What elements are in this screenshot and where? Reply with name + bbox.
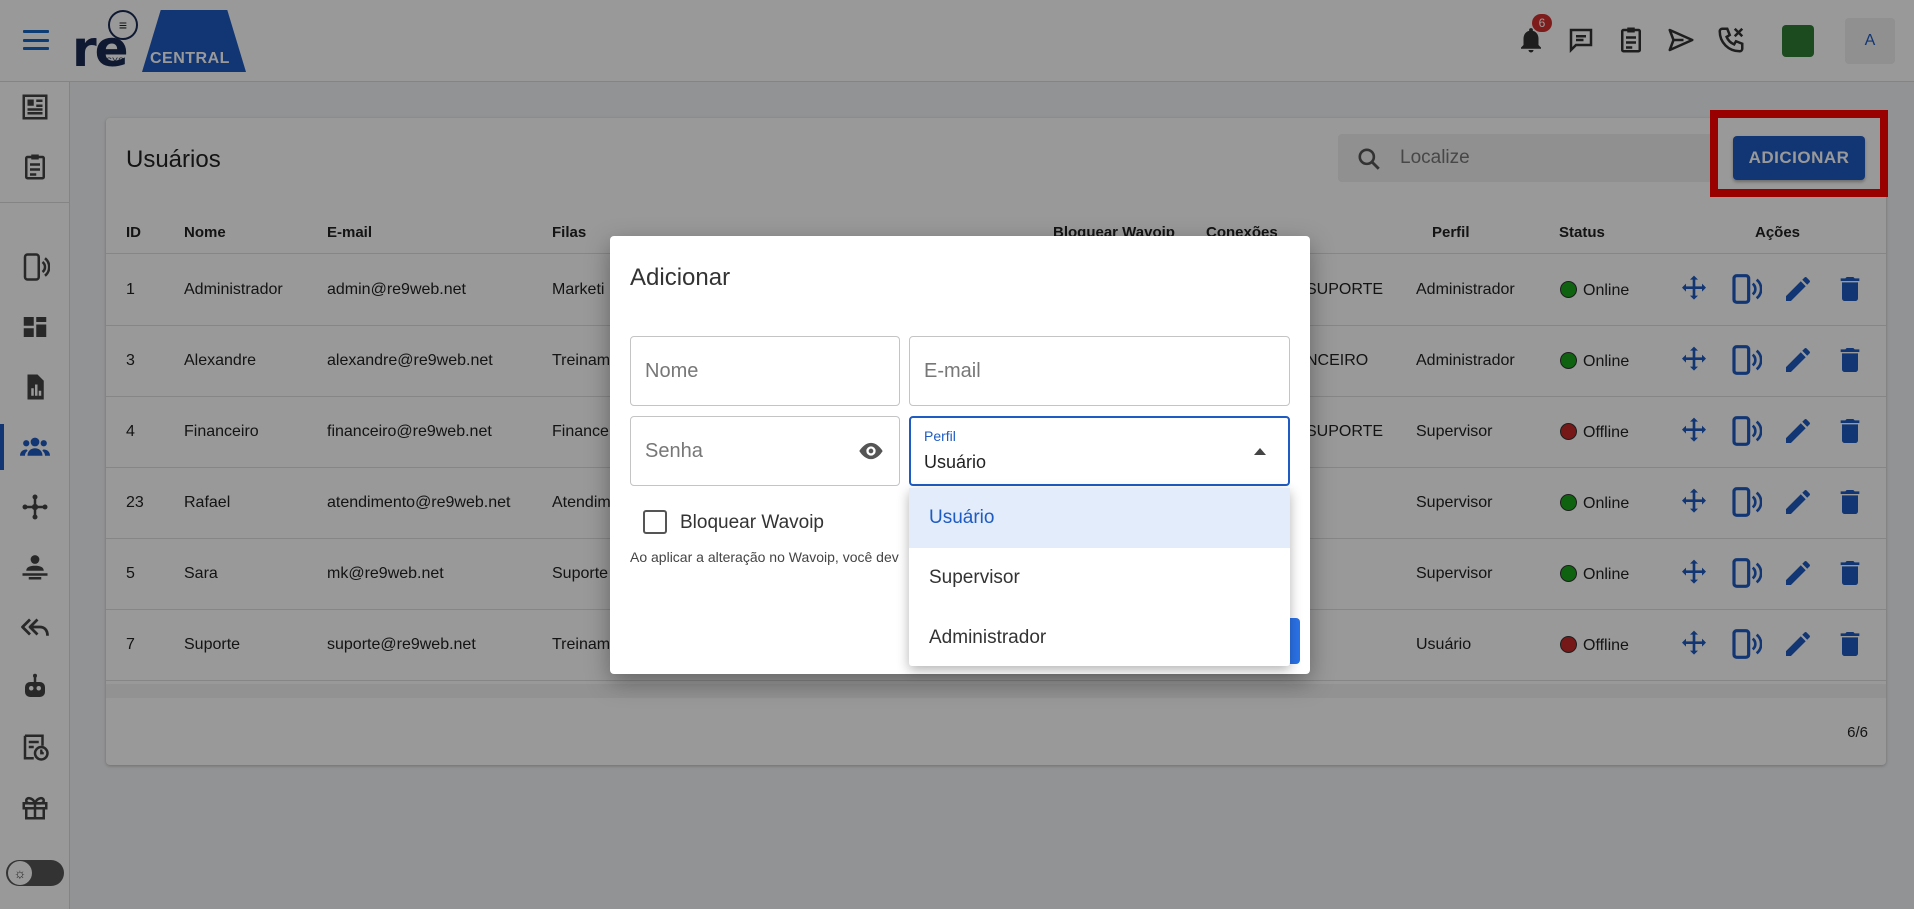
password-field-box	[630, 416, 900, 486]
email-field-box	[909, 336, 1290, 406]
name-field-box	[630, 336, 900, 406]
helper-text: Ao aplicar a alteração no Wavoip, você d…	[630, 549, 899, 565]
profile-option-supervisor[interactable]: Supervisor	[909, 548, 1290, 608]
profile-menu: Usuário Supervisor Administrador	[909, 488, 1290, 666]
profile-label: Perfil	[924, 428, 956, 444]
profile-option-administrador[interactable]: Administrador	[909, 608, 1290, 668]
profile-value: Usuário	[924, 452, 987, 472]
dialog-title: Adicionar	[630, 264, 731, 291]
name-field[interactable]	[631, 337, 899, 405]
caret-up-icon	[1254, 448, 1266, 455]
profile-select[interactable]: Perfil Usuário	[909, 416, 1290, 486]
email-field[interactable]	[910, 337, 1289, 405]
block-wavoip-label: Bloquear Wavoip	[680, 512, 824, 533]
block-wavoip-checkbox[interactable]	[643, 510, 667, 534]
profile-option-usuario[interactable]: Usuário	[909, 488, 1290, 548]
eye-icon[interactable]	[857, 439, 885, 463]
